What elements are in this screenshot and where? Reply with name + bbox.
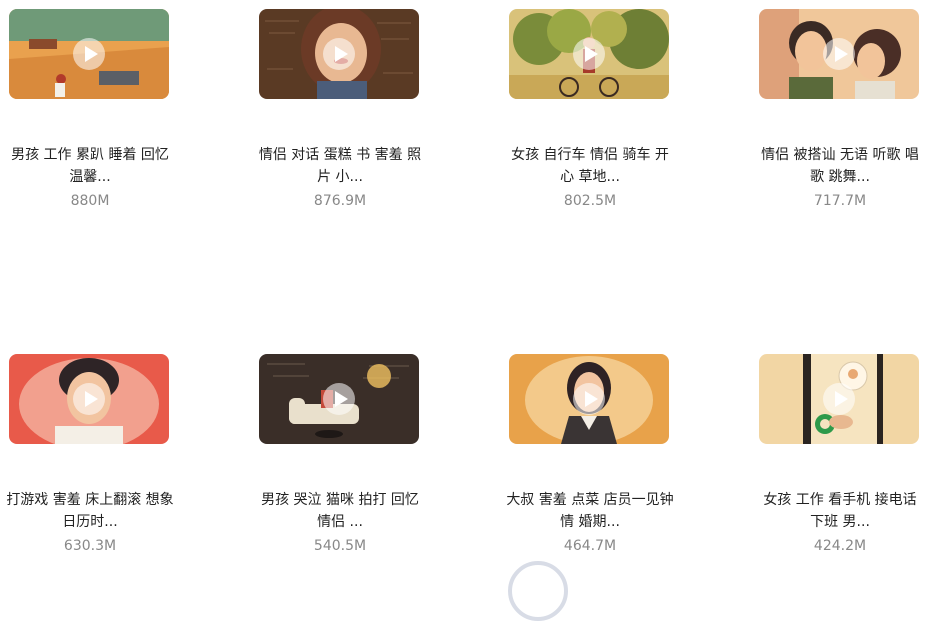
video-size: 540.5M (313, 538, 367, 554)
play-icon[interactable] (823, 383, 855, 415)
play-icon[interactable] (823, 38, 855, 70)
video-title[interactable]: 情侣 被搭讪 无语 听歌 唱歌 跳舞... (750, 144, 926, 188)
video-title[interactable]: 男孩 工作 累趴 睡着 回忆 温馨... (0, 144, 180, 188)
video-size: 630.3M (63, 538, 117, 554)
play-icon[interactable] (573, 383, 605, 415)
video-thumbnail[interactable] (509, 9, 669, 99)
play-icon[interactable] (73, 383, 105, 415)
video-thumbnail[interactable] (9, 9, 169, 99)
play-icon[interactable] (323, 38, 355, 70)
play-icon[interactable] (323, 383, 355, 415)
video-thumbnail[interactable] (9, 354, 169, 444)
loading-spinner (508, 561, 568, 621)
video-title[interactable]: 女孩 工作 看手机 接电话 下班 男... (750, 489, 926, 533)
video-title[interactable]: 大叔 害羞 点菜 店员一见钟情 婚期... (500, 489, 680, 533)
video-thumbnail[interactable] (259, 354, 419, 444)
play-icon[interactable] (573, 38, 605, 70)
video-size: 717.7M (813, 193, 867, 209)
video-title[interactable]: 女孩 自行车 情侣 骑车 开心 草地... (500, 144, 680, 188)
video-size: 802.5M (563, 193, 617, 209)
video-size: 880M (70, 193, 110, 209)
video-title[interactable]: 男孩 哭泣 猫咪 拍打 回忆 情侣 ... (250, 489, 430, 533)
video-title[interactable]: 情侣 对话 蛋糕 书 害羞 照片 小... (250, 144, 430, 188)
video-title[interactable]: 打游戏 害羞 床上翻滚 想象 日历时... (0, 489, 180, 533)
play-icon[interactable] (73, 38, 105, 70)
video-size: 876.9M (313, 193, 367, 209)
video-thumbnail[interactable] (259, 9, 419, 99)
video-size: 424.2M (813, 538, 867, 554)
video-thumbnail[interactable] (759, 354, 919, 444)
video-thumbnail[interactable] (509, 354, 669, 444)
video-thumbnail[interactable] (759, 9, 919, 99)
video-size: 464.7M (563, 538, 617, 554)
